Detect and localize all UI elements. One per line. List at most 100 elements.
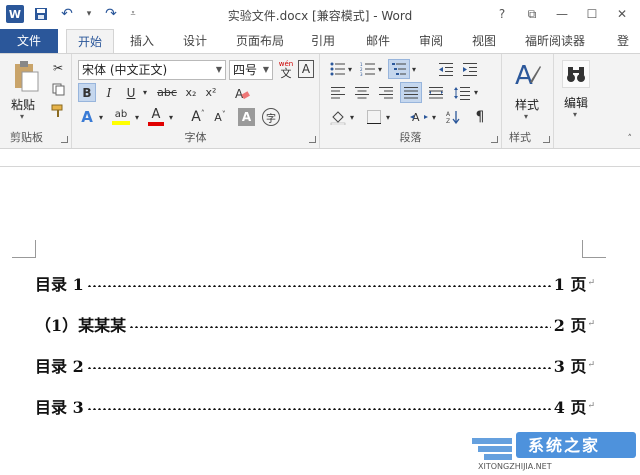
tab-home[interactable]: 开始: [66, 29, 114, 54]
tab-file[interactable]: 文件: [0, 29, 58, 53]
grow-font-icon[interactable]: A ˄: [188, 107, 208, 127]
font-size-select[interactable]: 四号 ▼: [229, 60, 273, 80]
show-hide-marks-icon[interactable]: ¶: [470, 107, 490, 127]
shading-dropdown-icon[interactable]: ▾: [348, 107, 356, 127]
tab-mailings[interactable]: 邮件: [358, 29, 398, 53]
highlight-dropdown-icon[interactable]: ▾: [132, 107, 142, 127]
shading-icon[interactable]: [328, 107, 348, 127]
paste-button-label[interactable]: 粘贴: [11, 96, 35, 113]
borders-dropdown-icon[interactable]: ▾: [384, 107, 392, 127]
strikethrough-button[interactable]: abc: [154, 83, 180, 102]
tab-foxit-reader[interactable]: 福昕阅读器: [516, 29, 594, 53]
tab-design[interactable]: 设计: [175, 29, 215, 53]
shrink-font-glyph: A: [214, 110, 222, 124]
enclose-characters-icon[interactable]: 字: [262, 108, 280, 126]
styles-launcher-icon[interactable]: [543, 136, 550, 143]
increase-indent-icon[interactable]: [460, 60, 480, 78]
numbering-dropdown-icon[interactable]: ▾: [376, 60, 384, 78]
font-group: 宋体 (中文正文) ▼ 四号 ▼ wén 文 A B I U ▾ abc x₂ x² …: [72, 54, 320, 148]
collapse-ribbon-icon[interactable]: ˄: [628, 134, 633, 144]
underline-button[interactable]: U: [122, 83, 140, 102]
character-border-icon[interactable]: A: [298, 60, 314, 78]
subscript-button[interactable]: x₂: [182, 83, 200, 102]
align-center-icon[interactable]: [352, 83, 372, 102]
toc-entry-label: 目录 3: [35, 398, 84, 417]
format-painter-icon[interactable]: [50, 103, 66, 119]
toc-entry[interactable]: （1）某某某 2 页 ↵: [35, 311, 595, 337]
tab-review[interactable]: 审阅: [411, 29, 451, 53]
clipboard-launcher-icon[interactable]: [61, 136, 68, 143]
superscript-button[interactable]: x²: [202, 83, 220, 102]
copy-icon[interactable]: [50, 81, 66, 97]
toc-entry-label: 目录 2: [35, 357, 84, 376]
toc-entry-label: （1）某某某: [35, 316, 127, 335]
close-button[interactable]: ✕: [608, 4, 636, 24]
ribbon-display-options-button[interactable]: ⧉: [518, 4, 546, 24]
cut-icon[interactable]: ✂: [50, 60, 66, 76]
justify-icon[interactable]: [400, 82, 422, 103]
toc-leader-dots: [86, 408, 551, 410]
multilevel-dropdown-icon[interactable]: ▾: [410, 60, 418, 78]
align-left-icon[interactable]: [328, 83, 348, 102]
italic-button[interactable]: I: [100, 83, 118, 102]
font-color-icon[interactable]: A: [146, 106, 166, 128]
minimize-button[interactable]: —: [548, 4, 576, 24]
character-shading-icon[interactable]: A: [238, 108, 255, 126]
align-right-icon[interactable]: [376, 83, 396, 102]
bullets-dropdown-icon[interactable]: ▾: [346, 60, 354, 78]
editing-dropdown-icon[interactable]: ▾: [573, 110, 577, 119]
styles-button-label[interactable]: 样式: [515, 96, 539, 113]
toc-entry[interactable]: 目录 1 1 页 ↵: [35, 270, 595, 296]
site-watermark: 系统之家 XITONGZHIJIA.NET: [468, 418, 640, 472]
paste-dropdown-icon[interactable]: ▾: [20, 112, 24, 121]
distributed-icon[interactable]: [426, 83, 446, 102]
left-margin-corner-mark: [12, 240, 36, 258]
help-button[interactable]: ?: [488, 4, 516, 24]
borders-icon[interactable]: [364, 107, 384, 127]
paragraph-mark: ↵: [587, 278, 595, 288]
tab-sign-in[interactable]: 登: [608, 29, 638, 53]
toc-entry[interactable]: 目录 3 4 页 ↵: [35, 393, 595, 419]
font-color-dropdown-icon[interactable]: ▾: [166, 107, 176, 127]
chinese-layout-icon[interactable]: A: [408, 107, 430, 127]
styles-icon[interactable]: A: [514, 60, 542, 90]
svg-text:3: 3: [360, 72, 363, 76]
numbering-icon[interactable]: 123: [358, 60, 378, 78]
font-launcher-icon[interactable]: [309, 136, 316, 143]
find-binoculars-icon[interactable]: [562, 60, 590, 88]
chevron-down-icon: ▼: [262, 65, 269, 74]
font-size-value: 四号: [233, 63, 258, 77]
editing-button-label[interactable]: 编辑: [564, 94, 588, 111]
toc-entry-page: 3 页: [553, 357, 587, 376]
paragraph-launcher-icon[interactable]: [491, 136, 498, 143]
highlight-color-icon[interactable]: ab: [110, 106, 132, 128]
maximize-button[interactable]: ☐: [578, 4, 606, 24]
bold-button[interactable]: B: [78, 83, 96, 102]
tab-insert[interactable]: 插入: [122, 29, 162, 53]
clear-formatting-icon[interactable]: A: [232, 83, 252, 102]
underline-dropdown-icon[interactable]: ▾: [140, 83, 150, 102]
chevron-down-icon: ▼: [215, 65, 222, 74]
ribbon-tabs: 文件 开始 插入 设计 页面布局 引用 邮件 审阅 视图 福昕阅读器 登: [0, 29, 640, 54]
tab-references[interactable]: 引用: [303, 29, 343, 53]
sort-icon[interactable]: AZ: [444, 107, 464, 127]
highlight-swatch: [112, 121, 130, 125]
text-effects-dropdown-icon[interactable]: ▾: [96, 107, 106, 127]
text-effects-icon[interactable]: A: [78, 107, 96, 127]
grow-font-glyph: A: [191, 109, 201, 125]
paste-icon[interactable]: [10, 60, 42, 92]
toc-entry[interactable]: 目录 2 3 页 ↵: [35, 352, 595, 378]
multilevel-list-icon[interactable]: [388, 59, 410, 79]
tab-view[interactable]: 视图: [464, 29, 504, 53]
styles-dropdown-icon[interactable]: ▾: [524, 112, 528, 121]
bullets-icon[interactable]: [328, 60, 348, 78]
decrease-indent-icon[interactable]: [436, 60, 456, 78]
font-name-select[interactable]: 宋体 (中文正文) ▼: [78, 60, 226, 80]
shrink-font-icon[interactable]: A ˅: [210, 107, 230, 127]
tab-page-layout[interactable]: 页面布局: [228, 29, 292, 53]
phonetic-guide-icon[interactable]: wén 文: [276, 58, 296, 80]
chinese-layout-dropdown-icon[interactable]: ▾: [430, 107, 438, 127]
svg-text:A: A: [446, 111, 451, 118]
line-spacing-dropdown-icon[interactable]: ▾: [472, 83, 480, 102]
line-spacing-icon[interactable]: [452, 83, 472, 102]
